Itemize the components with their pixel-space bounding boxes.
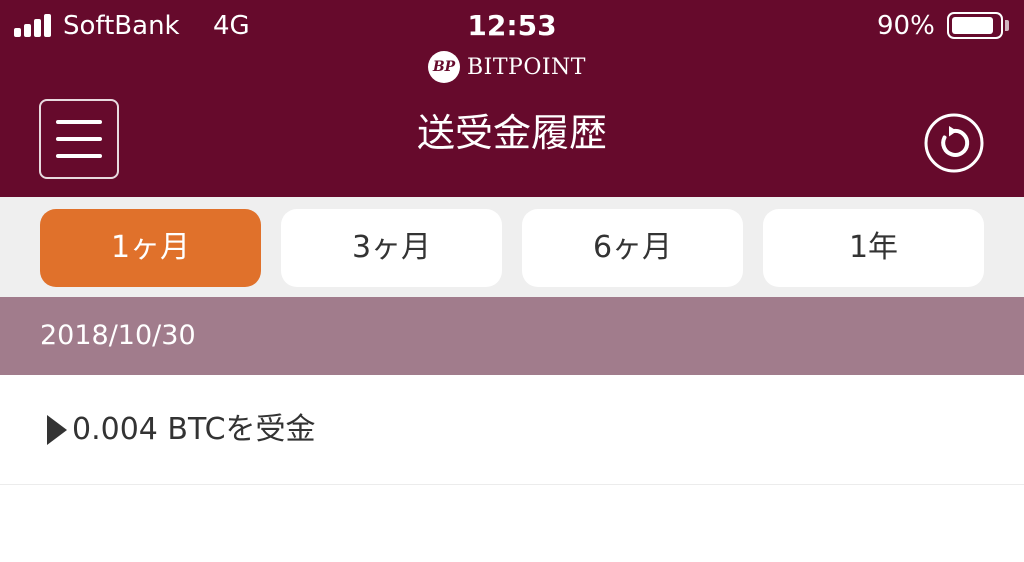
page-title: 送受金履歴 [416,111,607,155]
refresh-icon [924,113,984,173]
bitpoint-logo: BP BITPOINT [428,48,586,86]
status-bar: SoftBank 4G 12:53 90% [0,0,1024,52]
refresh-button[interactable] [924,113,984,173]
app-header: SoftBank 4G 12:53 90% BP BITPOINT 送受金履歴 [0,0,1024,197]
logo-text: BITPOINT [467,54,586,80]
tab-1-month[interactable]: 1ヶ月 [40,209,261,287]
battery-percent: 90% [877,11,935,41]
battery-fill [952,17,993,34]
history-list-item[interactable]: 0.004 BTCを受金 [0,375,1024,485]
tab-6-months[interactable]: 6ヶ月 [522,209,743,287]
battery-icon [947,12,1003,39]
period-tab-bar: 1ヶ月 3ヶ月 6ヶ月 1年 [0,197,1024,297]
date-label: 2018/10/30 [40,320,196,351]
play-triangle-icon [47,415,67,445]
logo-mark-icon: BP [428,51,460,83]
tab-3-months[interactable]: 3ヶ月 [281,209,502,287]
status-time: 12:53 [467,9,557,42]
date-section-header: 2018/10/30 [0,297,1024,375]
history-item-text: 0.004 BTCを受金 [72,412,316,447]
tab-1-year[interactable]: 1年 [763,209,984,287]
battery-cap [1005,20,1009,31]
